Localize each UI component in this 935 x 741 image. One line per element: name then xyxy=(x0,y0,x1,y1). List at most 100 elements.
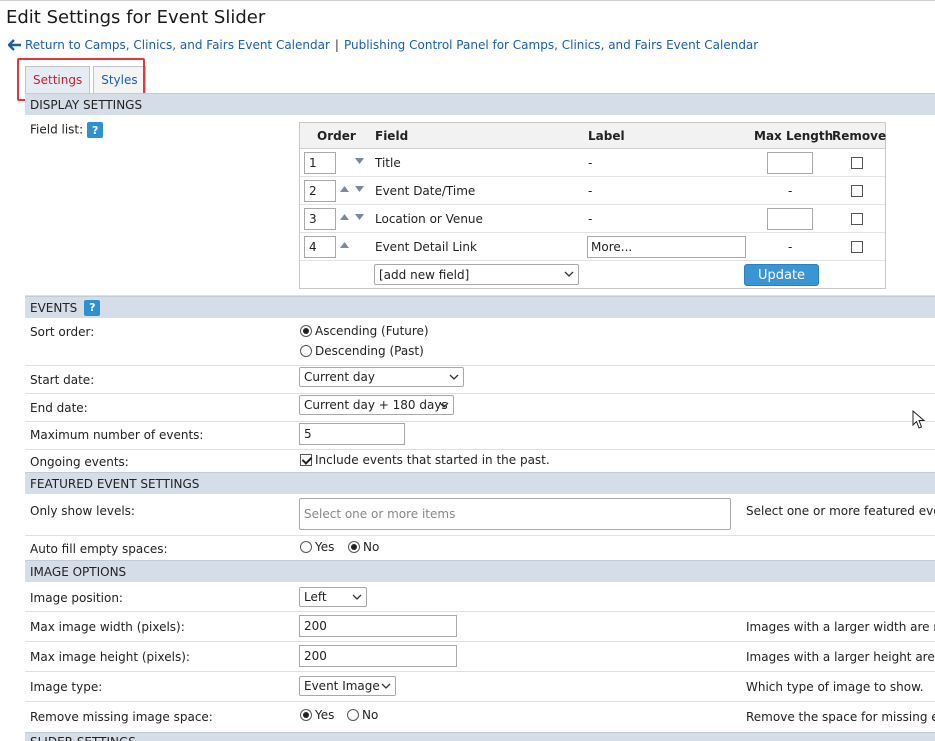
radio-no[interactable] xyxy=(348,541,360,553)
image-position-row: Image position: Left xyxy=(25,582,935,612)
max-length-value: - xyxy=(788,240,793,254)
remove-missing-yes-option[interactable]: Yes xyxy=(300,708,334,722)
max-events-input[interactable]: 5 xyxy=(299,423,405,445)
remove-missing-description: Remove the space for missing eve xyxy=(746,710,935,724)
column-remove: Remove xyxy=(832,129,887,143)
start-date-row: Start date: Current day xyxy=(25,366,935,394)
ongoing-events-option[interactable]: Include events that started in the past. xyxy=(300,453,550,467)
sort-order-label: Sort order: xyxy=(30,325,95,339)
top-border xyxy=(0,0,935,1)
sort-ascending-option[interactable]: Ascending (Future) xyxy=(300,324,429,338)
auto-fill-yes-option[interactable]: Yes xyxy=(300,540,334,554)
max-width-input[interactable]: 200 xyxy=(299,615,457,637)
max-width-description: Images with a larger width are re xyxy=(746,620,935,634)
field-label: - xyxy=(588,184,593,198)
table-row: 4 Event Detail Link More... - xyxy=(300,233,885,261)
field-name: Title xyxy=(375,156,401,170)
tab-bar: Settings Styles xyxy=(25,66,149,93)
remove-checkbox[interactable] xyxy=(851,185,863,197)
publishing-control-panel-link[interactable]: Publishing Control Panel for Camps, Clin… xyxy=(344,38,758,52)
field-label: - xyxy=(588,156,593,170)
max-width-row: Max image width (pixels): 200 Images wit… xyxy=(25,612,935,642)
table-row: 1 Title - xyxy=(300,149,885,177)
radio-descending[interactable] xyxy=(300,345,312,357)
order-input[interactable]: 4 xyxy=(304,236,336,258)
chevron-down-icon xyxy=(352,594,362,600)
max-width-label: Max image width (pixels): xyxy=(30,620,185,634)
sort-order-row: Sort order: Ascending (Future) Descendin… xyxy=(25,318,935,366)
breadcrumb-separator: | xyxy=(334,38,339,52)
max-length-input[interactable] xyxy=(767,152,813,174)
image-type-select[interactable]: Event Image xyxy=(299,676,396,696)
start-date-select[interactable]: Current day xyxy=(299,367,464,387)
help-icon[interactable]: ? xyxy=(87,122,104,138)
return-link[interactable]: Return to Camps, Clinics, and Fairs Even… xyxy=(25,38,330,52)
arrow-up-icon[interactable] xyxy=(340,186,349,192)
image-type-description: Which type of image to show. xyxy=(746,680,924,694)
image-position-select[interactable]: Left xyxy=(299,587,367,607)
ongoing-events-row: Ongoing events: Include events that star… xyxy=(25,450,935,472)
end-date-label: End date: xyxy=(30,401,88,415)
remove-missing-no-option[interactable]: No xyxy=(347,708,378,722)
field-list-label: Field list:? xyxy=(30,122,104,138)
radio-yes[interactable] xyxy=(300,709,312,721)
column-field: Field xyxy=(375,129,409,143)
end-date-row: End date: Current day + 180 days xyxy=(25,394,935,422)
radio-no[interactable] xyxy=(347,709,359,721)
arrow-up-icon[interactable] xyxy=(340,242,349,248)
arrow-left-icon[interactable] xyxy=(8,39,22,51)
auto-fill-no-option[interactable]: No xyxy=(348,540,379,554)
remove-missing-image-label: Remove missing image space: xyxy=(30,710,213,724)
radio-ascending[interactable] xyxy=(300,325,312,337)
order-input[interactable]: 1 xyxy=(304,152,336,174)
remove-missing-image-row: Remove missing image space: Yes No Remov… xyxy=(25,702,935,732)
update-button[interactable]: Update xyxy=(744,264,819,286)
radio-yes[interactable] xyxy=(300,541,312,553)
section-display-settings: DISPLAY SETTINGS xyxy=(25,93,935,115)
max-height-label: Max image height (pixels): xyxy=(30,650,190,664)
label-input[interactable]: More... xyxy=(587,236,746,258)
column-max-length: Max Length xyxy=(754,129,834,143)
max-events-row: Maximum number of events: 5 xyxy=(25,422,935,450)
remove-checkbox[interactable] xyxy=(851,213,863,225)
max-height-description: Images with a larger height are re xyxy=(746,650,935,664)
section-slider-settings: SLIDER SETTINGS xyxy=(25,732,935,741)
ongoing-events-checkbox[interactable] xyxy=(300,454,312,466)
remove-checkbox[interactable] xyxy=(851,241,863,253)
max-length-input[interactable] xyxy=(767,208,813,230)
auto-fill-row: Auto fill empty spaces: Yes No xyxy=(25,536,935,560)
arrow-up-icon[interactable] xyxy=(340,214,349,220)
tab-settings[interactable]: Settings xyxy=(25,66,91,93)
only-show-levels-label: Only show levels: xyxy=(30,504,135,518)
remove-checkbox[interactable] xyxy=(851,157,863,169)
sort-descending-option[interactable]: Descending (Past) xyxy=(300,344,424,358)
arrow-down-icon[interactable] xyxy=(355,214,364,220)
order-input[interactable]: 3 xyxy=(304,208,336,230)
field-list-table: Order Field Label Max Length Remove 1 Ti… xyxy=(299,122,886,289)
help-icon[interactable]: ? xyxy=(84,299,101,316)
arrow-down-icon[interactable] xyxy=(355,186,364,192)
image-type-row: Image type: Event Image Which type of im… xyxy=(25,672,935,702)
add-field-select[interactable]: [add new field] xyxy=(374,264,579,285)
table-header: Order Field Label Max Length Remove xyxy=(300,123,887,149)
chevron-down-icon xyxy=(564,271,574,277)
section-events: EVENTS? xyxy=(25,296,935,318)
mouse-cursor-icon xyxy=(912,410,926,429)
chevron-down-icon xyxy=(449,374,459,380)
arrow-down-icon[interactable] xyxy=(355,158,364,164)
breadcrumb: Return to Camps, Clinics, and Fairs Even… xyxy=(8,38,758,52)
column-order: Order xyxy=(317,129,356,143)
max-height-input[interactable]: 200 xyxy=(299,645,457,667)
levels-multiselect[interactable]: Select one or more items xyxy=(299,498,731,530)
end-date-select[interactable]: Current day + 180 days xyxy=(299,395,454,415)
chevron-down-icon xyxy=(381,683,391,689)
image-type-label: Image type: xyxy=(30,680,103,694)
section-featured-event-settings: FEATURED EVENT SETTINGS xyxy=(25,472,935,494)
order-input[interactable]: 2 xyxy=(304,180,336,202)
start-date-label: Start date: xyxy=(30,373,95,387)
ongoing-events-label: Ongoing events: xyxy=(30,455,129,469)
tab-styles[interactable]: Styles xyxy=(93,66,146,93)
field-name: Location or Venue xyxy=(375,212,483,226)
auto-fill-label: Auto fill empty spaces: xyxy=(30,542,168,556)
section-image-options: IMAGE OPTIONS xyxy=(25,560,935,582)
